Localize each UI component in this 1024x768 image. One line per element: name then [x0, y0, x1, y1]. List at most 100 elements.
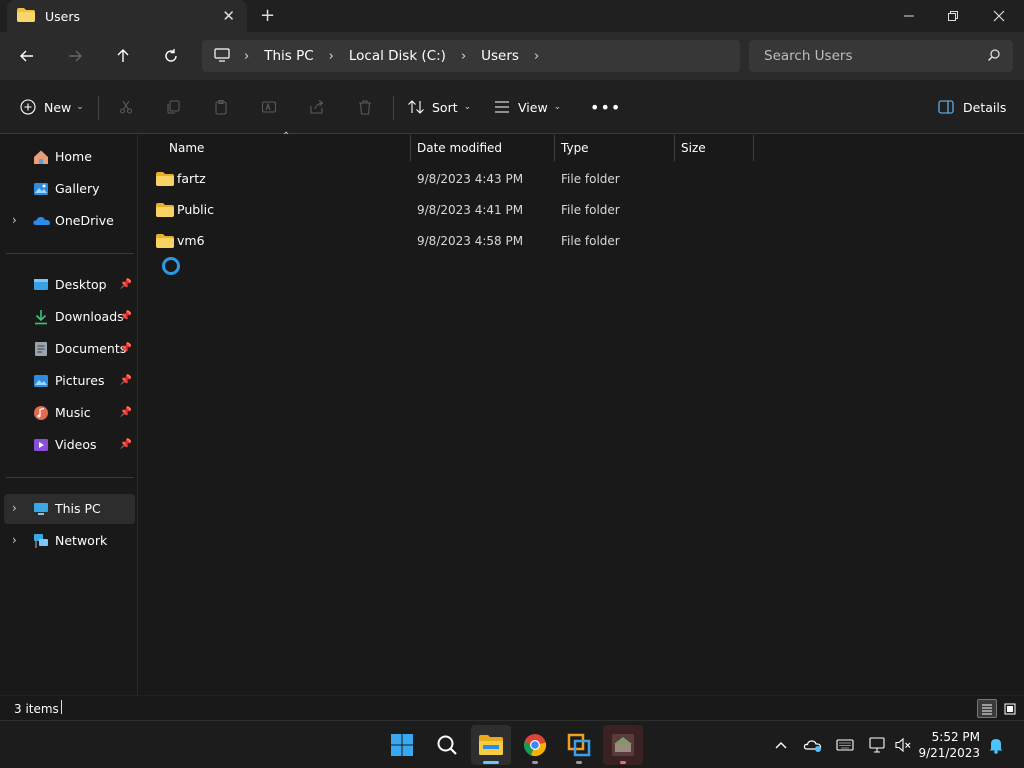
pin-icon[interactable]: 📌 [120, 343, 132, 354]
onedrive-tray-button[interactable] [803, 735, 823, 755]
list-item[interactable]: Public 9/8/2023 4:41 PM File folder [150, 196, 790, 226]
chevron-right-icon[interactable]: › [451, 49, 476, 64]
refresh-button[interactable] [155, 40, 187, 72]
sidebar-item-videos[interactable]: Videos 📌 [4, 430, 135, 460]
paste-button[interactable] [210, 96, 232, 118]
pin-icon[interactable]: 📌 [120, 375, 132, 386]
rename-button[interactable] [258, 96, 280, 118]
share-button[interactable] [306, 96, 328, 118]
sidebar-item-onedrive[interactable]: › OneDrive [4, 206, 135, 236]
notifications-button[interactable] [986, 735, 1006, 755]
column-divider[interactable] [674, 135, 675, 161]
volume-tray-button[interactable] [893, 735, 913, 755]
sidebar-item-this-pc[interactable]: › This PC [4, 494, 135, 524]
sidebar-item-label: Desktop [55, 277, 107, 292]
close-window-button[interactable] [976, 0, 1022, 32]
running-indicator [532, 761, 538, 764]
list-item[interactable]: vm6 9/8/2023 4:58 PM File folder [150, 227, 790, 257]
breadcrumb-this-pc[interactable]: This PC [259, 48, 318, 64]
start-button[interactable] [382, 725, 422, 765]
pin-icon[interactable]: 📌 [120, 407, 132, 418]
search-input[interactable]: Search Users [749, 40, 1013, 72]
pin-icon[interactable]: 📌 [120, 311, 132, 322]
chevron-right-icon[interactable]: › [319, 49, 344, 64]
details-button[interactable]: Details [938, 92, 1006, 122]
divider [393, 96, 394, 120]
pin-icon[interactable]: 📌 [120, 439, 132, 450]
new-tab-button[interactable]: + [260, 5, 275, 26]
up-button[interactable] [107, 40, 139, 72]
column-divider[interactable] [410, 135, 411, 161]
sidebar-item-downloads[interactable]: Downloads 📌 [4, 302, 135, 332]
tiles-view-icon [1004, 703, 1016, 714]
sidebar-item-gallery[interactable]: Gallery [4, 174, 135, 204]
search-icon [987, 48, 1001, 66]
column-label: Date modified [417, 141, 503, 155]
tab-users[interactable]: Users ✕ [7, 0, 247, 32]
clock[interactable]: 5:52 PM 9/21/2023 [918, 729, 980, 761]
copy-button[interactable] [162, 96, 184, 118]
column-header-date[interactable]: Date modified [417, 135, 502, 161]
sidebar-item-label: Documents [55, 341, 127, 356]
file-type: File folder [561, 172, 620, 186]
breadcrumb-users[interactable]: Users [476, 48, 524, 64]
sidebar-item-desktop[interactable]: Desktop 📌 [4, 270, 135, 300]
sidebar-item-label: Music [55, 405, 91, 420]
chevron-right-icon[interactable]: › [524, 49, 549, 64]
time-text: 5:52 PM [931, 730, 980, 744]
chrome-taskbar-button[interactable] [515, 725, 555, 765]
sidebar-item-network[interactable]: › Network [4, 526, 135, 556]
pin-icon[interactable]: 📌 [120, 279, 132, 290]
list-item[interactable]: fartz 9/8/2023 4:43 PM File folder [150, 165, 790, 195]
sidebar-item-pictures[interactable]: Pictures 📌 [4, 366, 135, 396]
search-placeholder: Search Users [764, 48, 853, 64]
chevron-right-icon[interactable]: › [12, 533, 17, 547]
sidebar-item-label: Network [55, 533, 108, 548]
loading-spinner-icon [161, 256, 181, 279]
column-divider[interactable] [753, 135, 754, 161]
divider [61, 700, 62, 714]
running-indicator [576, 761, 582, 764]
maximize-button[interactable] [930, 0, 976, 32]
more-options-button[interactable]: ••• [590, 92, 621, 122]
chevron-right-icon[interactable]: › [12, 213, 17, 227]
delete-button[interactable] [354, 96, 376, 118]
cut-button[interactable] [115, 96, 137, 118]
sidebar-item-home[interactable]: Home [4, 142, 135, 172]
chevron-down-icon: ⌄ [553, 102, 562, 112]
file-explorer-taskbar-button[interactable] [471, 725, 511, 765]
column-header-name[interactable]: Name [169, 135, 204, 161]
active-indicator [483, 761, 499, 764]
tiles-view-button[interactable] [1000, 699, 1020, 718]
sidebar-item-label: Downloads [55, 309, 124, 324]
forward-button[interactable] [59, 40, 91, 72]
game-taskbar-button[interactable] [603, 725, 643, 765]
vmware-taskbar-button[interactable] [559, 725, 599, 765]
sidebar-item-documents[interactable]: Documents 📌 [4, 334, 135, 364]
search-taskbar-button[interactable] [427, 725, 467, 765]
chevron-right-icon[interactable]: › [12, 501, 17, 515]
column-header-type[interactable]: Type [561, 135, 589, 161]
new-button[interactable]: New ⌄ [20, 92, 84, 122]
column-divider[interactable] [554, 135, 555, 161]
breadcrumb-local-disk[interactable]: Local Disk (C:) [344, 48, 451, 64]
back-button[interactable] [11, 40, 43, 72]
running-indicator [620, 761, 626, 764]
close-tab-icon[interactable]: ✕ [222, 7, 235, 25]
view-button[interactable]: View ⌄ [494, 92, 561, 122]
sort-button[interactable]: Sort ⌄ [407, 92, 471, 122]
network-tray-button[interactable] [867, 735, 887, 755]
sidebar-item-music[interactable]: Music 📌 [4, 398, 135, 428]
file-date: 9/8/2023 4:41 PM [417, 203, 524, 217]
chevron-down-icon: ⌄ [463, 102, 472, 112]
chevron-right-icon[interactable]: › [234, 49, 259, 64]
share-icon [310, 100, 324, 114]
speaker-muted-icon [895, 737, 911, 753]
minimize-button[interactable] [886, 0, 932, 32]
keyboard-tray-button[interactable] [835, 735, 855, 755]
address-field[interactable]: › This PC › Local Disk (C:) › Users › [202, 40, 740, 72]
navigation-pane: Home Gallery › OneDrive Desktop 📌 Downlo… [0, 135, 137, 695]
column-header-size[interactable]: Size [681, 135, 706, 161]
details-view-button[interactable] [977, 699, 997, 718]
show-hidden-icons-button[interactable] [771, 735, 791, 755]
